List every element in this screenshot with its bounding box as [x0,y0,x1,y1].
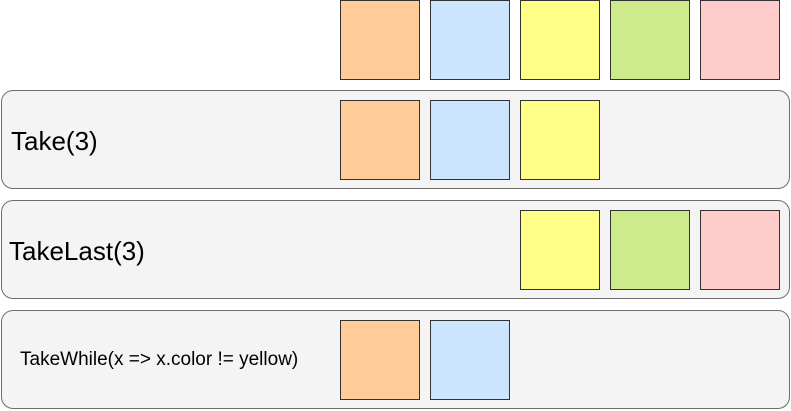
take-square-blue [430,100,510,180]
source-square-orange [340,0,420,80]
take-square-yellow [520,100,600,180]
source-square-green [610,0,690,80]
source-square-yellow [520,0,600,80]
takelast-square-yellow [520,210,600,290]
takelast-square-pink [700,210,780,290]
source-square-blue [430,0,510,80]
takelast-square-green [610,210,690,290]
operation-label-take: Take(3) [11,126,98,156]
takewhile-square-orange [340,320,420,400]
operation-label-takelast: TakeLast(3) [9,236,145,266]
take-square-orange [340,100,420,180]
takewhile-square-blue [430,320,510,400]
operation-label-takewhile: TakeWhile(x => x.color != yellow) [20,349,299,370]
source-square-pink [700,0,780,80]
